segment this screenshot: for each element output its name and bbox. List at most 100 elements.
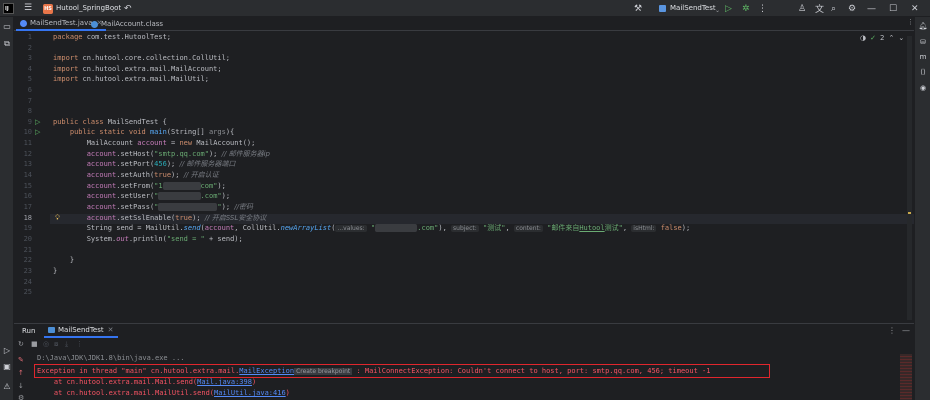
code-line-10: public static void main(String[] args){ (69, 128, 235, 136)
code-line-4: import cn.hutool.extra.mail.MailAccount; (53, 65, 222, 73)
tab-label: MailSendTest.java (30, 19, 93, 27)
line-number: 1 (27, 33, 32, 41)
maven-icon[interactable]: m (918, 52, 928, 62)
console-line: D:\Java\JDK\JDK1.8\bin\java.exe ... (37, 354, 185, 362)
console-output[interactable]: ✎ ↑ ↓ ⚙ D:\Java\JDK\JDK1.8\bin\java.exe … (14, 352, 914, 400)
error-highlight-box (34, 364, 770, 378)
line-number: 5 (27, 75, 32, 83)
line-number: 4 (27, 65, 32, 73)
right-tool-strip: 🔔︎ ⛁ m ⟨⟩ ◉ (914, 17, 930, 400)
more-icon[interactable]: ⋮ (76, 340, 83, 348)
more-icon[interactable]: ⋮ (907, 18, 914, 26)
problems-icon[interactable]: ⚠ (2, 381, 12, 391)
code-line-22: } (69, 256, 75, 264)
ai-assistant-icon[interactable]: ◉ (918, 83, 928, 93)
tab-mailaccount[interactable]: MailAccount.class (87, 17, 167, 31)
run-gutter-icon[interactable]: ▷ (35, 129, 42, 136)
editor-tab-bar: MailSendTest.java ✕ MailAccount.class ⋮ (14, 17, 914, 31)
intellij-logo-icon[interactable]: IJ (3, 3, 14, 14)
vcs-icon[interactable]: ↶ (124, 0, 132, 17)
redacted-text: xxxxxxxxx (162, 182, 201, 190)
search-icon[interactable]: ⌕ (831, 0, 836, 17)
line-number: 14 (23, 171, 32, 179)
logo-text: IJ (5, 6, 9, 12)
line-number: 6 (27, 86, 32, 94)
run-icon[interactable]: ▷ (725, 0, 732, 17)
line-number: 21 (23, 246, 32, 254)
left-tool-strip: ▭ ⧉ ▷ ▣ ⚠ (0, 17, 14, 400)
pencil-icon[interactable]: ✎ (18, 356, 24, 364)
close-icon[interactable]: ✕ (911, 0, 919, 17)
code-line-17: account.setPass("xxxxxxxxxxxxxx"); //密码 (86, 203, 253, 211)
code-line-19: String send = MailUtil.send(account, Col… (86, 224, 691, 232)
export-icon[interactable]: ⤓ (65, 340, 68, 349)
code-line-1: package com.test.HutoolTest; (53, 33, 172, 41)
eye-off-icon[interactable]: ◑ (860, 34, 866, 42)
database-icon[interactable]: ⛁ (918, 37, 928, 47)
java-file-icon (20, 19, 27, 27)
run-toolbar: ↻ ■ ◎ ⧇ ⤓ ⋮ (14, 340, 914, 351)
arrow-down-icon[interactable]: ↓ (18, 382, 24, 390)
more-icon[interactable]: ⋮ (758, 0, 767, 17)
minimize-icon[interactable]: — (867, 0, 876, 17)
code-line-23: } (53, 267, 58, 275)
class-file-icon (91, 20, 98, 28)
inspection-widget[interactable]: ◑ ✓ 2 ⌃ ⌄ (860, 34, 904, 42)
settings-icon[interactable]: ⚙ (18, 394, 24, 400)
rerun-icon[interactable]: ↻ (18, 340, 24, 348)
more-icon[interactable]: ⋮ (888, 326, 896, 335)
line-number: 15 (23, 182, 32, 190)
code-editor[interactable]: 1 2 3 4 5 6 7 8 9 10 11 12 13 14 15 16 1… (14, 31, 914, 323)
tab-label: MailSendTest (58, 326, 104, 334)
translate-icon[interactable]: 文 (815, 0, 824, 17)
line-number: 22 (23, 256, 32, 264)
notifications-icon[interactable]: 🔔︎ (918, 21, 928, 31)
param-hint: ...values: (335, 225, 367, 232)
line-number: 9 (27, 118, 32, 126)
code-line-16: account.setUser("xxxxxxxxxx.com"); (86, 192, 231, 200)
redacted-text: xxxxxxxxxx (158, 192, 201, 200)
stop-icon[interactable]: ■ (31, 340, 38, 348)
line-number: 13 (23, 160, 32, 168)
redacted-text: xxxxxxxxxx (375, 224, 418, 232)
run-config-icon (659, 5, 666, 12)
code-line-13: account.setPort(456); // 邮件服务器端口 (86, 160, 236, 168)
param-hint: content: (513, 225, 543, 232)
stack-link[interactable]: Mail.java:398 (197, 378, 252, 386)
line-number: 8 (27, 107, 32, 115)
camera-icon[interactable]: ◎ (43, 340, 49, 348)
copilot-icon[interactable]: ⟨⟩ (918, 67, 928, 77)
services-icon[interactable]: ▷ (2, 345, 12, 355)
hammer-icon[interactable]: ⚒ (634, 0, 642, 17)
tab-run-mailsendtest[interactable]: MailSendTest ✕ (44, 324, 118, 338)
close-icon[interactable]: ✕ (108, 326, 114, 334)
project-folder-icon[interactable]: ▭ (2, 21, 12, 31)
run-gutter-icon[interactable]: ▷ (35, 119, 42, 126)
code-line-12: account.setHost("smtp.qq.com"); // 邮件服务器… (86, 150, 270, 158)
code-line-5: import cn.hutool.extra.mail.MailUtil; (53, 75, 209, 83)
line-number: 17 (23, 203, 32, 211)
minimize-icon[interactable]: — (902, 326, 910, 335)
chevron-down-icon[interactable]: ⌄ (898, 34, 904, 42)
gear-icon[interactable]: ⚙ (848, 0, 856, 17)
arrow-up-icon[interactable]: ↑ (18, 369, 24, 377)
chevron-up-icon[interactable]: ⌃ (888, 34, 894, 42)
user-icon[interactable]: ♙ (798, 0, 806, 17)
stack-link[interactable]: MailUtil.java:416 (214, 389, 286, 397)
run-config-icon (48, 327, 55, 333)
structure-icon[interactable]: ⧉ (2, 39, 12, 49)
debug-icon[interactable]: ✲ (742, 0, 750, 17)
line-number: 12 (23, 150, 32, 158)
line-number: 2 (27, 44, 32, 52)
maximize-icon[interactable]: ☐ (889, 0, 897, 17)
run-panel: Run MailSendTest ✕ ⋮ — ↻ ■ ◎ ⧇ ⤓ ⋮ ✎ ↑ ↓… (14, 323, 914, 400)
code-line-11: MailAccount account = new MailAccount(); (86, 139, 256, 147)
run-config-name[interactable]: MailSendTest (670, 4, 716, 12)
project-badge[interactable]: HS (43, 4, 53, 14)
hamburger-icon[interactable]: ☰ (22, 0, 34, 17)
layout-icon[interactable]: ⧇ (54, 340, 58, 349)
terminal-icon[interactable]: ▣ (2, 361, 12, 371)
line-number: 11 (23, 139, 32, 147)
editor-scrollbar[interactable] (907, 36, 912, 320)
console-scrollbar[interactable] (900, 354, 912, 400)
